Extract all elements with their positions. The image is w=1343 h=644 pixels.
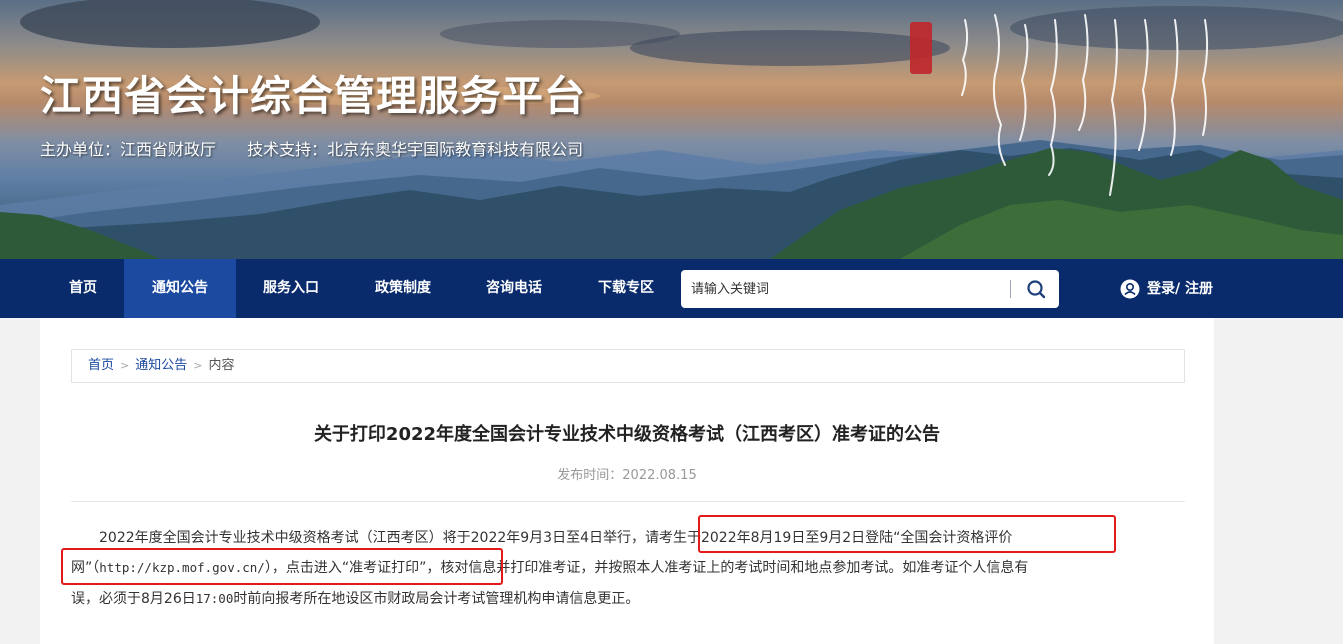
breadcrumb-separator-icon: > — [120, 359, 130, 372]
breadcrumb-current: 内容 — [208, 358, 235, 373]
landscape-image — [0, 0, 1343, 259]
highlight-box-login-period — [698, 515, 1116, 553]
search-box — [681, 270, 1059, 308]
search-icon — [1027, 280, 1046, 299]
publish-date: 发布时间：2022.08.15 — [557, 468, 697, 483]
nav-item-service-entry[interactable]: 服务入口 — [243, 259, 339, 318]
site-title: 江西省会计综合管理服务平台 — [40, 72, 586, 120]
search-divider — [1010, 280, 1011, 298]
highlight-box-print-entry — [61, 548, 503, 585]
header-banner: 江西省会计综合管理服务平台 主办单位：江西省财政厅 技术支持：北京东奥华宇国际教… — [0, 0, 1343, 259]
article-paragraph-line-3: 误，必须于8月26日17:00时前向报考所在地设区市财政局会计考试管理机构申请信… — [71, 587, 639, 611]
nav-item-hotline[interactable]: 咨询电话 — [466, 259, 562, 318]
user-icon — [1120, 279, 1140, 299]
sponsor-text: 主办单位：江西省财政厅 — [40, 140, 217, 159]
search-button[interactable] — [1020, 274, 1052, 304]
main-nav: 首页 通知公告 服务入口 政策制度 咨询电话 下载专区 — [0, 259, 1343, 318]
nav-item-policy[interactable]: 政策制度 — [355, 259, 451, 318]
tech-support-text: 技术支持：北京东奥华宇国际教育科技有限公司 — [247, 140, 584, 159]
text-segment: 误，必须于8月26日 — [71, 591, 196, 607]
site-subtitle: 主办单位：江西省财政厅 技术支持：北京东奥华宇国际教育科技有限公司 — [40, 136, 609, 160]
breadcrumb-separator-icon: > — [193, 359, 203, 372]
nav-item-downloads[interactable]: 下载专区 — [578, 259, 674, 318]
login-label: 登录/ 注册 — [1147, 281, 1213, 297]
text-segment: 时前向报考所在地设区市财政局会计考试管理机构申请信息更正。 — [233, 591, 640, 607]
nav-item-home[interactable]: 首页 — [48, 259, 118, 318]
breadcrumb-home[interactable]: 首页 — [88, 358, 114, 373]
divider — [71, 501, 1185, 502]
text-segment: 2022年度全国会计专业技术中级资格考试（江西考区）将于2022年9月3日至4日… — [99, 530, 645, 546]
article-title: 关于打印2022年度全国会计专业技术中级资格考试（江西考区）准考证的公告 — [313, 424, 941, 445]
breadcrumb-notices[interactable]: 通知公告 — [135, 358, 187, 373]
search-input[interactable] — [681, 270, 1009, 308]
breadcrumb: 首页 > 通知公告 > 内容 — [71, 349, 1185, 383]
text-segment: ，核对信息并打印准考证，并按照本人准考证上的考试时间和地点参加考试。如准考证个人… — [426, 560, 1029, 576]
nav-item-notices[interactable]: 通知公告 — [124, 259, 236, 318]
deadline-time: 17:00 — [195, 591, 234, 606]
